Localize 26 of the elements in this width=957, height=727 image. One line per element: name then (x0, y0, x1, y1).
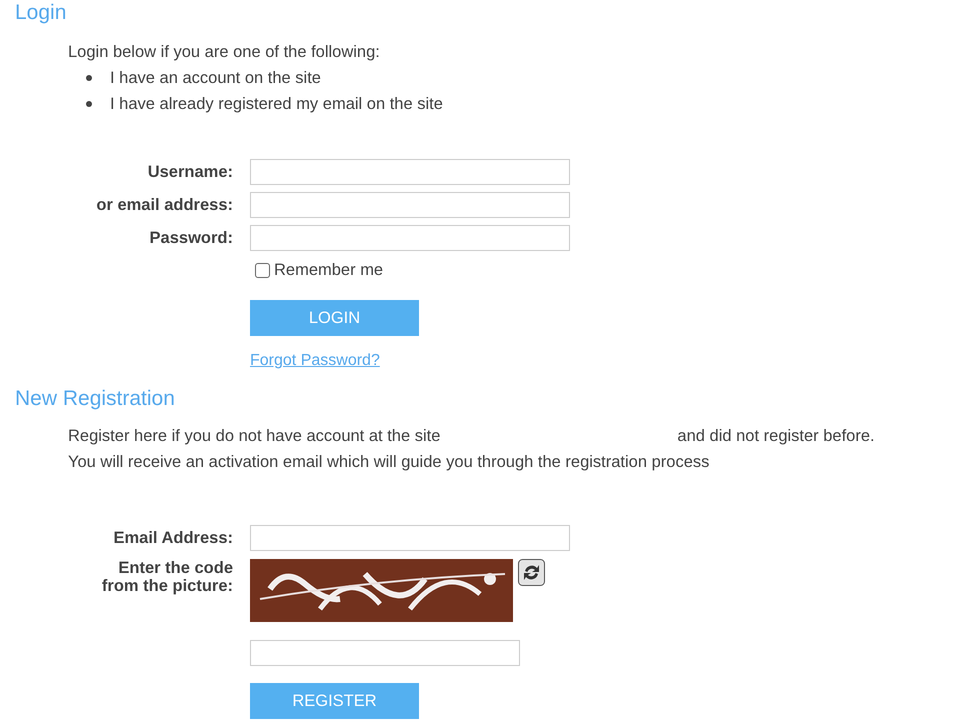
field-label: Enter the code from the picture: (100, 559, 233, 595)
info-text: and did not register before. (677, 426, 875, 447)
input-field[interactable] (250, 225, 570, 251)
bullet-icon (86, 101, 92, 107)
input-field[interactable] (250, 640, 520, 666)
info-text: You will receive an activation email which will guide you through the registration process (68, 452, 710, 473)
field-label: Email Address: (113, 528, 233, 546)
login-button[interactable]: LOGIN (250, 300, 419, 336)
list-item: I have already registered my email on the site (110, 94, 443, 115)
checkbox[interactable] (255, 263, 270, 278)
intro-text: Login below if you are one of the following: (67, 42, 381, 63)
checkbox-label: Remember me (274, 261, 384, 280)
bullet-icon (86, 75, 92, 81)
input-field[interactable] (250, 192, 570, 218)
register-button[interactable]: REGISTER (250, 683, 419, 719)
field-label: Password: (150, 228, 233, 246)
field-label: Username: (148, 162, 233, 180)
section-heading: New Registration (14, 386, 176, 412)
list-item: I have an account on the site (110, 68, 321, 89)
input-field[interactable] (250, 159, 570, 185)
section-heading: Login (14, 0, 68, 26)
forgot-password-link[interactable]: Forgot Password? (250, 352, 380, 370)
field-label: or email address: (96, 196, 233, 214)
refresh-icon[interactable] (518, 559, 545, 586)
info-text: Register here if you do not have account at the site (68, 426, 440, 447)
input-field[interactable] (250, 525, 570, 551)
